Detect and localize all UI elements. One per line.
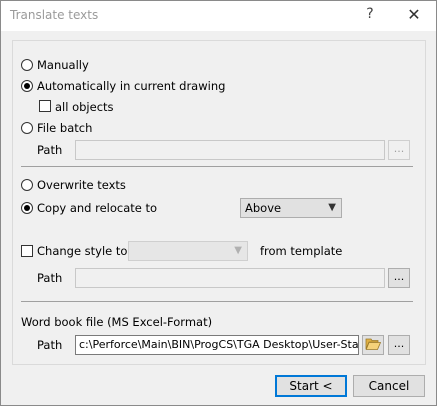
relocate-value: Above: [245, 201, 282, 215]
style-select[interactable]: ▼: [128, 241, 248, 261]
batch-path-label: Path: [37, 143, 63, 157]
all-objects-label: all objects: [55, 100, 114, 114]
title-bar: Translate texts ? ✕: [1, 1, 436, 31]
close-icon[interactable]: ✕: [404, 5, 424, 27]
manual-radio[interactable]: [21, 59, 33, 71]
wordbook-path-input[interactable]: c:\Perforce\Main\BIN\ProgCS\TGA Desktop\…: [75, 335, 359, 355]
copy-relocate-label: Copy and relocate to: [37, 201, 158, 215]
separator-1: [21, 166, 413, 167]
copy-relocate-radio[interactable]: [21, 202, 33, 214]
chevron-down-icon: ▼: [234, 245, 242, 256]
auto-radio[interactable]: [21, 80, 33, 92]
cancel-button[interactable]: Cancel: [353, 375, 425, 397]
wordbook-browse-button[interactable]: ...: [388, 335, 410, 355]
change-style-checkbox[interactable]: [21, 245, 33, 257]
open-file-button[interactable]: [362, 335, 384, 355]
help-icon[interactable]: ?: [363, 6, 377, 26]
file-batch-radio[interactable]: [21, 122, 33, 134]
manual-label: Manually: [37, 58, 89, 72]
file-batch-label: File batch: [37, 121, 93, 135]
auto-label: Automatically in current drawing: [37, 79, 226, 93]
overwrite-label: Overwrite texts: [37, 178, 126, 192]
all-objects-checkbox[interactable]: [39, 100, 51, 112]
batch-path-input[interactable]: [75, 140, 385, 160]
separator-2: [21, 301, 413, 302]
batch-browse-button[interactable]: ...: [388, 140, 410, 160]
chevron-down-icon: ▼: [328, 202, 336, 213]
template-path-label: Path: [37, 271, 63, 285]
dialog-title: Translate texts: [10, 8, 99, 22]
change-style-label: Change style to: [37, 244, 128, 258]
wordbook-group-label: Word book file (MS Excel-Format): [21, 315, 213, 329]
template-browse-button[interactable]: ...: [388, 268, 410, 288]
from-template-label: from template: [260, 244, 343, 258]
folder-open-icon: [365, 338, 382, 350]
relocate-select[interactable]: Above ▼: [240, 198, 342, 218]
template-path-input[interactable]: [75, 268, 385, 288]
overwrite-radio[interactable]: [21, 179, 33, 191]
start-button[interactable]: Start <: [275, 375, 347, 397]
wordbook-path-label: Path: [37, 338, 63, 352]
